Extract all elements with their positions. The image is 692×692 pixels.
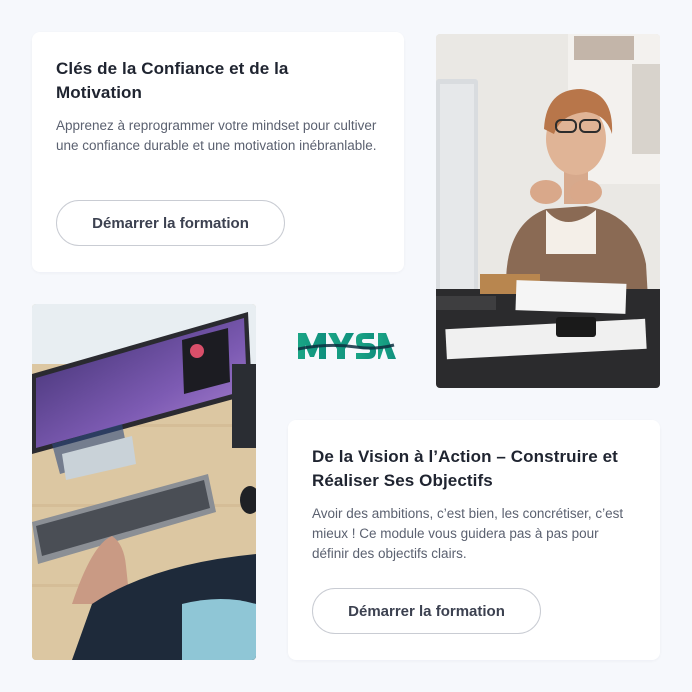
course-description-confidence: Apprenez à reprogrammer votre mindset po… (56, 118, 377, 153)
course-title-confidence: Clés de la Confiance et de la Motivation (56, 59, 289, 102)
mysa-logo (297, 327, 396, 367)
photo-woman-illustration (436, 34, 660, 388)
photo-desk-topview (32, 304, 256, 660)
photo-woman-at-desk (436, 34, 660, 388)
mysa-logo-mark (297, 333, 396, 359)
course-title-vision: De la Vision à l’Action – Construire et … (312, 447, 618, 490)
course-card-confidence: Clés de la Confiance et de la Motivation… (32, 32, 404, 272)
course-card-vision: De la Vision à l’Action – Construire et … (288, 420, 660, 660)
start-course-button-vision[interactable]: Démarrer la formation (312, 588, 541, 634)
course-description-vision: Avoir des ambitions, c’est bien, les con… (312, 506, 624, 561)
start-course-button-confidence[interactable]: Démarrer la formation (56, 200, 285, 246)
photo-desk-illustration (32, 304, 256, 660)
